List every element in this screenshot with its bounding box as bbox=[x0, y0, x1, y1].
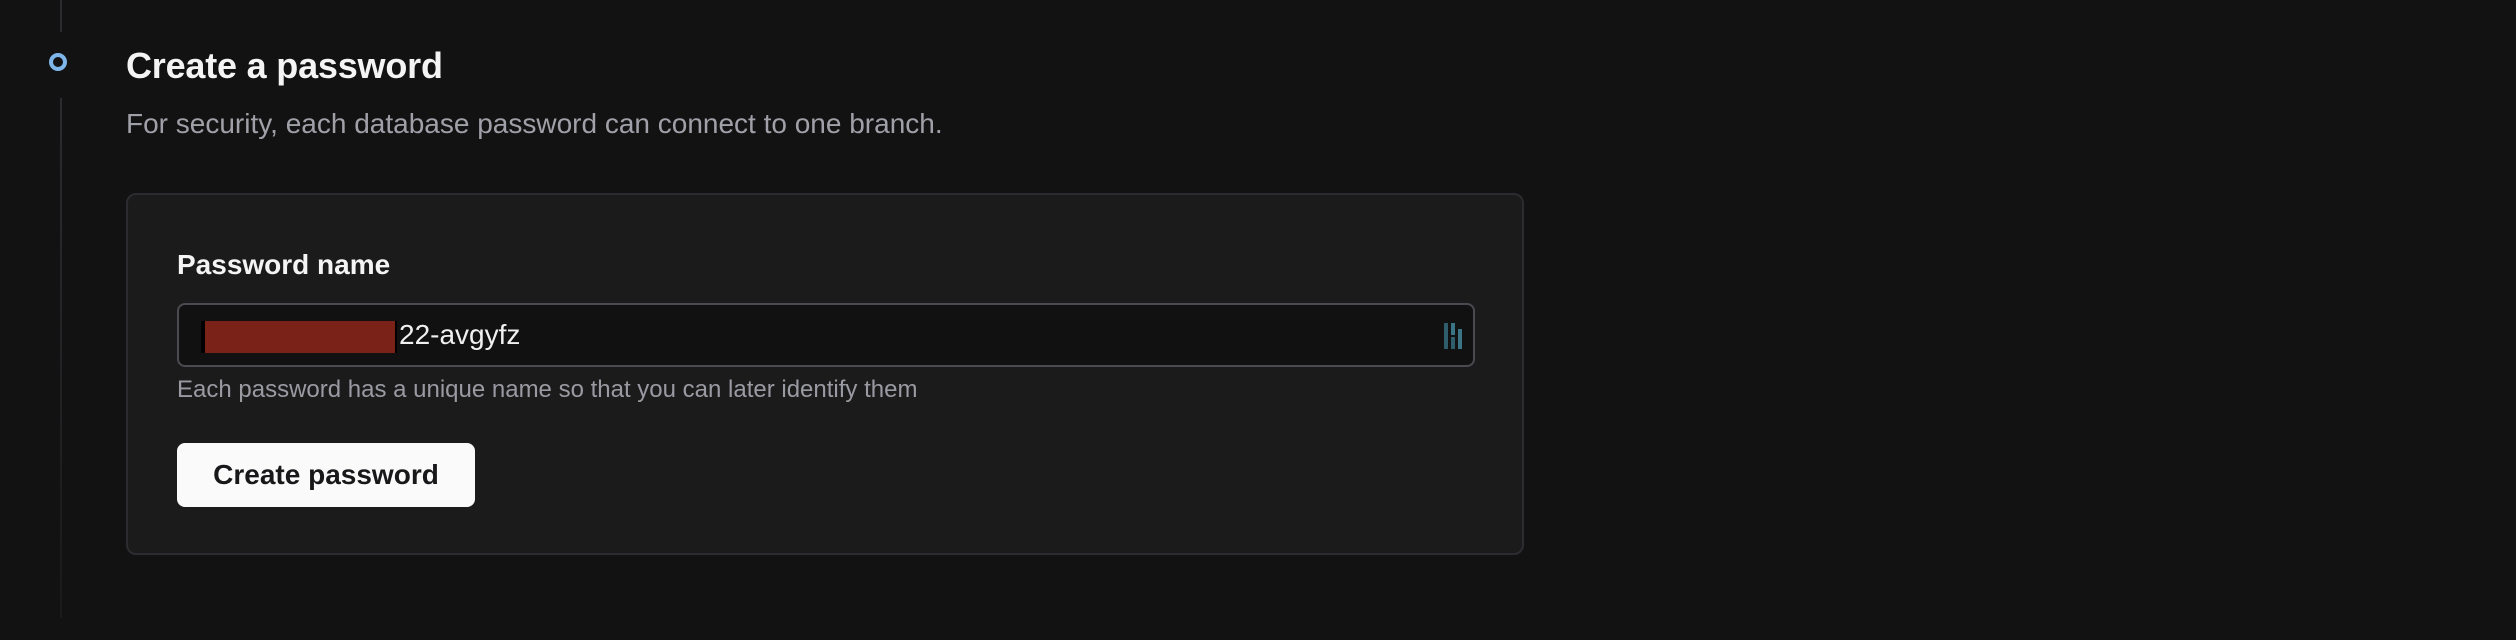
password-name-value: 22-avgyfz bbox=[399, 319, 521, 350]
timeline-line-top bbox=[60, 0, 62, 32]
password-manager-icon[interactable] bbox=[1443, 321, 1465, 351]
create-password-card: Password name 22-avgyfz Each password ha… bbox=[126, 193, 1524, 555]
page: Create a password For security, each dat… bbox=[0, 0, 2516, 640]
password-name-helper-text: Each password has a unique name so that … bbox=[177, 376, 918, 403]
password-manager-icon-svg bbox=[1444, 323, 1462, 349]
step-circle-icon bbox=[49, 53, 67, 71]
password-name-input[interactable]: 22-avgyfz bbox=[177, 303, 1475, 367]
create-password-button[interactable]: Create password bbox=[177, 443, 475, 507]
redacted-text bbox=[201, 321, 397, 353]
step-title: Create a password bbox=[126, 45, 443, 86]
step-subtitle: For security, each database password can… bbox=[126, 108, 943, 139]
password-name-label: Password name bbox=[177, 249, 391, 280]
timeline-line-bottom bbox=[60, 98, 62, 618]
